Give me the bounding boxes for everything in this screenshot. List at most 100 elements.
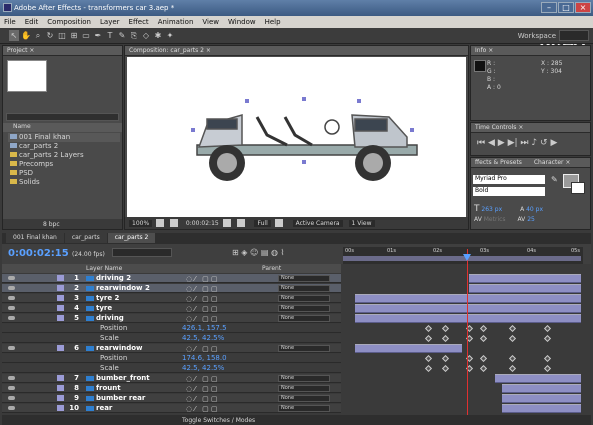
first-frame-icon[interactable]: ⏮ (477, 138, 485, 148)
property-row[interactable]: Scale 42.5, 42.5% (2, 364, 341, 373)
project-item[interactable]: car_parts 2 (8, 142, 120, 151)
character-tab[interactable]: Character × (534, 159, 571, 166)
camera-tool-icon[interactable]: ◫ (57, 30, 67, 41)
loop-icon[interactable]: ↺ (540, 138, 548, 148)
view-layout-dropdown[interactable]: 1 View (348, 219, 375, 227)
parent-dropdown[interactable]: None (278, 375, 330, 382)
pan-behind-tool-icon[interactable]: ⊞ (69, 30, 79, 41)
layer-name[interactable]: rearwindow 2 (96, 284, 150, 292)
switches-icon[interactable]: ◌ ⁄ ▢ ▢ (186, 405, 218, 413)
last-frame-icon[interactable]: ⏭ (520, 138, 528, 148)
project-item[interactable]: 001 Final khan (8, 133, 120, 142)
camera-dropdown[interactable]: Active Camera (292, 219, 343, 227)
parent-dropdown[interactable]: None (278, 405, 330, 412)
menu-file[interactable]: File (4, 18, 16, 28)
visibility-eye-icon[interactable] (8, 406, 15, 410)
zoom-tool-icon[interactable]: ⌕ (33, 30, 43, 41)
comp-mini-flowchart-icon[interactable]: ⊞ (232, 248, 239, 257)
project-item[interactable]: Precomps (8, 160, 120, 169)
switches-icon[interactable]: ◌ ⁄ ▢ ▢ (186, 305, 218, 313)
layer-duration-bar[interactable] (354, 344, 462, 353)
layer-name[interactable]: frount (96, 384, 121, 392)
menu-animation[interactable]: Animation (158, 18, 194, 28)
layer-name[interactable]: bumber_front (96, 374, 150, 382)
tracking-value[interactable]: 25 (527, 216, 535, 223)
switches-icon[interactable]: ◌ ⁄ ▢ ▢ (186, 285, 218, 293)
keyframe[interactable] (425, 334, 433, 343)
clone-tool-icon[interactable]: ⎘ (129, 30, 139, 41)
bit-depth-label[interactable]: 8 bpc (43, 221, 60, 228)
composition-viewer[interactable] (127, 57, 466, 217)
label-color-swatch[interactable] (57, 385, 64, 391)
label-color-swatch[interactable] (57, 295, 64, 301)
motion-blur-icon[interactable]: ◍ (271, 248, 278, 257)
resolution-dropdown[interactable]: Full (254, 219, 271, 227)
parent-dropdown[interactable]: None (278, 285, 330, 292)
layer-name[interactable]: bumber rear (96, 394, 145, 402)
frame-blending-icon[interactable]: ▤ (261, 248, 269, 257)
layer-name[interactable]: driving (96, 314, 124, 322)
visibility-eye-icon[interactable] (8, 376, 15, 380)
property-value[interactable]: 42.5, 42.5% (182, 364, 224, 372)
layer-row[interactable]: 5 driving ◌ ⁄ ▢ ▢ None (2, 314, 341, 323)
keyframe[interactable] (479, 364, 488, 373)
label-color-swatch[interactable] (57, 395, 64, 401)
keyframe[interactable] (425, 324, 433, 333)
timeline-current-time[interactable]: 0:00:02:15 (8, 248, 69, 259)
label-color-swatch[interactable] (57, 315, 64, 321)
time-ruler[interactable]: 00s 01s 02s 03s 04s 05s (343, 247, 583, 264)
hand-tool-icon[interactable]: ✋ (21, 30, 31, 41)
draft-3d-icon[interactable]: ◈ (241, 248, 247, 257)
eraser-tool-icon[interactable]: ◇ (141, 30, 151, 41)
visibility-eye-icon[interactable] (8, 316, 15, 320)
switches-icon[interactable]: ◌ ⁄ ▢ ▢ (186, 385, 218, 393)
project-search[interactable] (6, 113, 119, 121)
timeline-tab-active[interactable]: car_parts 2 (107, 233, 156, 243)
keyframe[interactable] (508, 324, 516, 333)
visibility-eye-icon[interactable] (8, 386, 15, 390)
label-color-swatch[interactable] (57, 305, 64, 311)
property-value[interactable]: 42.5, 42.5% (182, 334, 224, 342)
grid-icon[interactable] (156, 219, 165, 227)
prev-frame-icon[interactable]: ◀ (488, 138, 495, 148)
keyframe[interactable] (544, 324, 552, 333)
shy-layers-icon[interactable]: ☺ (250, 248, 258, 257)
property-row[interactable]: Scale 42.5, 42.5% (2, 334, 341, 343)
keyframe[interactable] (479, 334, 488, 343)
layer-duration-bar[interactable] (502, 404, 581, 413)
keyframe[interactable] (544, 354, 552, 363)
audio-icon[interactable]: ♪ (531, 138, 537, 148)
switches-icon[interactable]: ◌ ⁄ ▢ ▢ (186, 345, 218, 353)
font-size-value[interactable]: 263 px (481, 206, 502, 213)
keyframe[interactable] (425, 354, 433, 363)
mask-tool-icon[interactable]: ▭ (81, 30, 91, 41)
toggle-switches-modes[interactable]: Toggle Switches / Modes (182, 417, 255, 424)
menu-window[interactable]: Window (228, 18, 256, 28)
keyframe[interactable] (544, 364, 552, 373)
menu-edit[interactable]: Edit (25, 18, 39, 28)
switches-icon[interactable]: ◌ ⁄ ▢ ▢ (186, 295, 218, 303)
label-color-swatch[interactable] (57, 405, 64, 411)
work-area-bar[interactable] (343, 256, 581, 261)
layer-duration-bar[interactable] (469, 274, 581, 283)
kerning-value[interactable]: Metrics (484, 216, 506, 223)
playhead-line[interactable] (467, 249, 468, 415)
switches-icon[interactable]: ◌ ⁄ ▢ ▢ (186, 315, 218, 323)
project-item[interactable]: car_parts 2 Layers (8, 151, 120, 160)
property-value[interactable]: 426.1, 157.5 (182, 324, 227, 332)
property-row[interactable]: Position 426.1, 157.5 (2, 324, 341, 333)
zoom-dropdown[interactable]: 100% (129, 219, 153, 227)
visibility-eye-icon[interactable] (8, 296, 15, 300)
label-color-swatch[interactable] (57, 375, 64, 381)
show-channel-icon[interactable] (236, 219, 245, 227)
layer-duration-bar[interactable] (502, 384, 581, 393)
brush-tool-icon[interactable]: ✎ (117, 30, 127, 41)
property-row[interactable]: Position 174.6, 158.0 (2, 354, 341, 363)
play-icon[interactable]: ▶ (498, 138, 505, 148)
layer-row[interactable]: 8 frount ◌ ⁄ ▢ ▢ None (2, 384, 341, 393)
visibility-eye-icon[interactable] (8, 306, 15, 310)
layer-name[interactable]: driving 2 (96, 274, 131, 282)
project-tab[interactable]: Project × (3, 46, 122, 56)
project-item[interactable]: PSD (8, 169, 120, 178)
type-tool-icon[interactable]: T (105, 30, 115, 41)
